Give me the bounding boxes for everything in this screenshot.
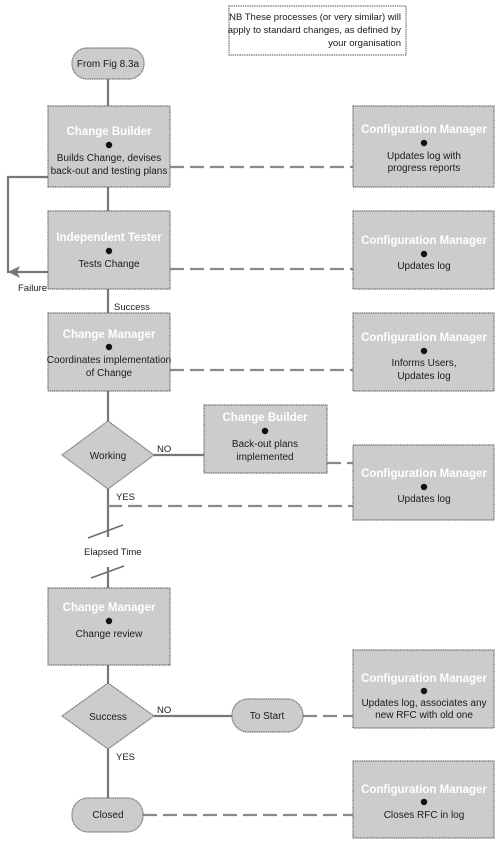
note-line-3: your organisation bbox=[328, 38, 401, 49]
step-change-builder: Change Builder Builds Change, devises ba… bbox=[47, 105, 171, 188]
config-5-desc-2: new RFC with old one bbox=[375, 710, 473, 721]
bullet-icon bbox=[420, 250, 428, 258]
config-1-role: Configuration Manager bbox=[361, 124, 487, 136]
bullet-icon bbox=[420, 139, 428, 147]
bullet-icon bbox=[420, 347, 428, 355]
config-5-desc-1: Updates log, associates any bbox=[361, 698, 486, 709]
step-backout-change-builder: Change Builder Back-out plans implemente… bbox=[203, 404, 328, 474]
failure-label: Failure bbox=[18, 283, 47, 294]
step-change-manager-implementation: Change Manager Coordinates implementatio… bbox=[47, 312, 172, 392]
closed-terminator: Closed bbox=[71, 797, 144, 833]
config-1-desc-2: progress reports bbox=[388, 163, 461, 174]
bullet-icon bbox=[420, 798, 428, 806]
bullet-icon bbox=[105, 617, 113, 625]
config-2-role: Configuration Manager bbox=[361, 235, 487, 247]
backout-desc-1: Back-out plans bbox=[232, 439, 298, 450]
note-line-1: NB These processes (or very similar) wil… bbox=[229, 12, 401, 23]
bullet-icon bbox=[261, 427, 269, 435]
decision-working-no: NO bbox=[157, 444, 171, 455]
config-manager-6: Configuration Manager Closes RFC in log bbox=[352, 760, 495, 839]
elapsed-slash-top bbox=[87, 524, 124, 539]
change-process-flowchart: NB These processes (or very similar) wil… bbox=[6, 5, 495, 839]
config-manager-5: Configuration Manager Updates log, assoc… bbox=[352, 649, 495, 729]
step-3-role: Change Manager bbox=[63, 329, 156, 341]
config-5-role: Configuration Manager bbox=[361, 673, 487, 685]
decision-working-yes: YES bbox=[116, 492, 135, 503]
bullet-icon bbox=[420, 687, 428, 695]
note-box: NB These processes (or very similar) wil… bbox=[228, 5, 407, 56]
backout-role: Change Builder bbox=[223, 412, 309, 424]
config-6-role: Configuration Manager bbox=[361, 784, 487, 796]
config-manager-4: Configuration Manager Updates log bbox=[352, 444, 495, 521]
step-2-role: Independent Tester bbox=[56, 232, 162, 244]
step-1-desc-2: back-out and testing plans bbox=[51, 166, 168, 177]
config-6-desc-1: Closes RFC in log bbox=[384, 810, 465, 821]
bullet-icon bbox=[420, 483, 428, 491]
config-2-desc-1: Updates log bbox=[397, 261, 450, 272]
config-manager-2: Configuration Manager Updates log bbox=[352, 210, 495, 290]
config-3-desc-1: Informs Users, bbox=[391, 358, 456, 369]
decision-success-label: Success bbox=[89, 712, 127, 723]
config-1-desc-1: Updates log with bbox=[387, 151, 461, 162]
start-terminator: From Fig 8.3a bbox=[71, 47, 145, 80]
decision-working: Working NO YES bbox=[60, 420, 171, 503]
config-manager-1: Configuration Manager Updates log with p… bbox=[352, 105, 495, 188]
bullet-icon bbox=[105, 247, 113, 255]
step-1-desc-1: Builds Change, devises bbox=[57, 153, 162, 164]
backout-desc-2: implemented bbox=[236, 452, 293, 463]
step-4-role: Change Manager bbox=[63, 602, 156, 614]
config-3-role: Configuration Manager bbox=[361, 332, 487, 344]
step-3-desc-2: of Change bbox=[86, 368, 133, 379]
step-1-role: Change Builder bbox=[67, 126, 153, 138]
closed-label: Closed bbox=[92, 810, 123, 821]
start-label: From Fig 8.3a bbox=[77, 59, 140, 70]
elapsed-time-label: Elapsed Time bbox=[84, 547, 142, 558]
connector-failure-loop bbox=[6, 175, 48, 274]
to-start-label: To Start bbox=[250, 711, 285, 722]
config-3-desc-2: Updates log bbox=[397, 371, 450, 382]
step-change-manager-review: Change Manager Change review bbox=[47, 587, 171, 666]
step-independent-tester: Independent Tester Tests Change bbox=[47, 210, 171, 290]
config-4-role: Configuration Manager bbox=[361, 468, 487, 480]
step-2-desc-1: Tests Change bbox=[78, 259, 140, 270]
decision-working-label: Working bbox=[90, 451, 127, 462]
to-start-terminator: To Start bbox=[231, 698, 304, 733]
step-3-desc-1: Coordinates implementation bbox=[47, 355, 172, 366]
step-4-desc-1: Change review bbox=[76, 629, 143, 640]
success-label: Success bbox=[114, 302, 150, 313]
decision-success-no: NO bbox=[157, 705, 171, 716]
decision-success-yes: YES bbox=[116, 752, 135, 763]
bullet-icon bbox=[105, 141, 113, 149]
config-4-desc-1: Updates log bbox=[397, 494, 450, 505]
decision-success: Success NO YES bbox=[60, 682, 171, 763]
note-line-2: apply to standard changes, as defined by bbox=[228, 25, 401, 36]
bullet-icon bbox=[105, 343, 113, 351]
config-manager-3: Configuration Manager Informs Users, Upd… bbox=[352, 312, 495, 392]
